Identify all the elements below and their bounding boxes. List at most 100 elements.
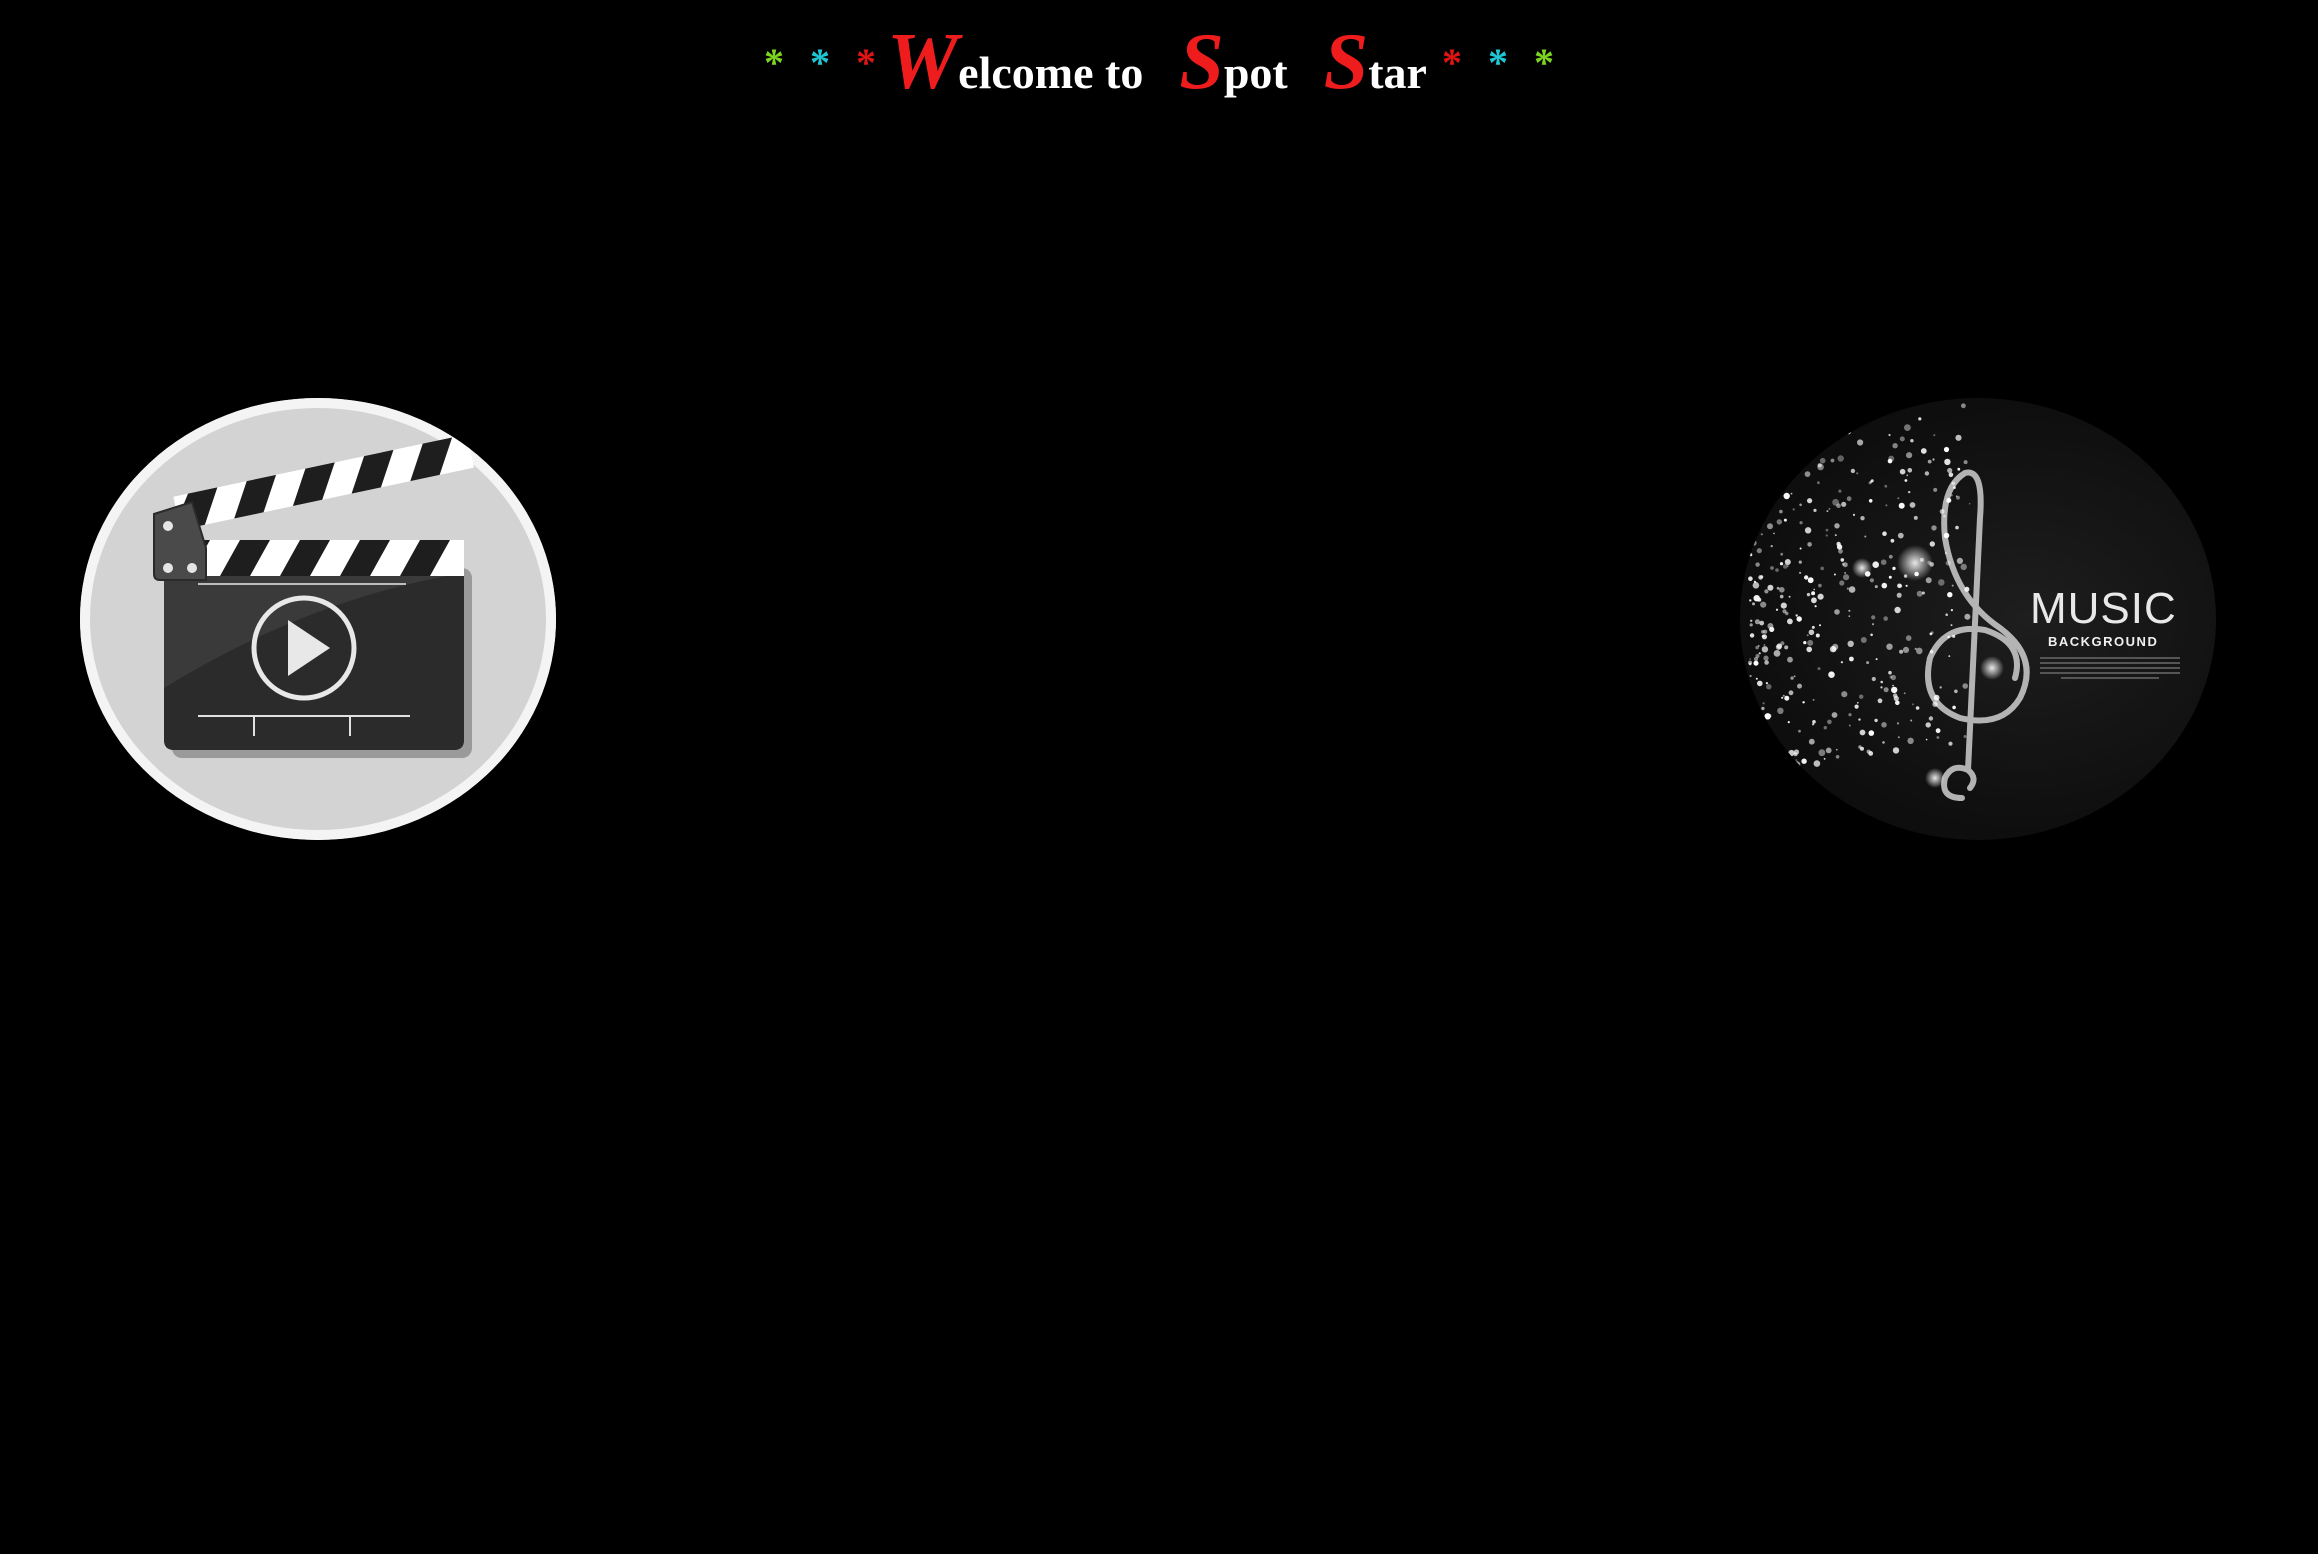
- sparkle-dot: [1753, 595, 1760, 602]
- sparkle-dot: [1798, 729, 1801, 733]
- sparkle-dot: [1799, 571, 1802, 574]
- sparkle-dot: [1780, 552, 1784, 556]
- sparkle-dot: [1858, 718, 1861, 721]
- sparkle-dot: [1825, 528, 1829, 532]
- sparkle-dot: [1880, 559, 1887, 565]
- sparkle-dot: [1904, 424, 1911, 431]
- sparkle-dot: [1790, 676, 1794, 680]
- sparkle-dot: [1802, 701, 1805, 704]
- sparkle-dot: [1807, 542, 1812, 547]
- sparkle-dot: [1875, 658, 1878, 661]
- sparkle-dot: [1790, 468, 1795, 473]
- sparkle-dot: [1804, 575, 1809, 580]
- sparkle-dot: [1899, 436, 1905, 442]
- sparkle-dot: [1910, 439, 1914, 443]
- sparkle-dot: [1762, 702, 1765, 705]
- sparkle-dot: [1893, 695, 1899, 702]
- sparkle-dot: [1749, 439, 1754, 443]
- sparkle-dot: [1812, 723, 1815, 726]
- sparkle-dot: [1771, 434, 1773, 437]
- sparkle-dot: [1773, 532, 1775, 535]
- sparkle-dot: [1817, 667, 1821, 671]
- sparkle-dot: [1835, 748, 1838, 751]
- sparkle-dot: [1834, 523, 1840, 529]
- sparkle-dot: [1758, 459, 1762, 463]
- sparkle-dot: [1843, 574, 1850, 581]
- sparkle-dot: [1905, 584, 1908, 587]
- sparkle-dot: [1841, 691, 1848, 698]
- sparkle-dot: [1779, 594, 1784, 599]
- sparkle-dot: [1791, 427, 1797, 433]
- sparkle-dot: [1871, 623, 1875, 626]
- sparkle-dot: [1838, 548, 1843, 554]
- sparkle-dot: [1951, 584, 1954, 587]
- sparkle-dot: [1787, 656, 1793, 663]
- title-word: tar: [1368, 47, 1427, 98]
- sparkle-dot: [1946, 497, 1952, 503]
- sparkle-dot: [1787, 721, 1790, 724]
- sparkle-dot: [1913, 515, 1918, 520]
- sparkle-dot: [1796, 616, 1802, 622]
- sparkle-dot: [1750, 748, 1756, 754]
- sparkle-dot: [1793, 749, 1800, 755]
- title-word: pot: [1223, 47, 1288, 98]
- sparkle-dot: [1750, 547, 1753, 550]
- sparkle-dot: [1883, 687, 1889, 693]
- sparkle-dot: [1846, 496, 1852, 502]
- sparkle-dot: [1928, 716, 1934, 721]
- sparkle-dot: [1783, 564, 1788, 569]
- sparkle-dot: [1847, 640, 1854, 647]
- music-title: MUSIC: [2030, 584, 2177, 633]
- sparkle-dot: [1852, 513, 1856, 516]
- sparkle-dot: [1768, 443, 1775, 450]
- sparkle-dot: [1921, 591, 1925, 595]
- sparkle-dot: [1749, 633, 1755, 638]
- video-link[interactable]: [80, 398, 556, 840]
- sparkle-dot: [1948, 655, 1951, 657]
- music-link[interactable]: MUSIC BACKGROUND: [1740, 398, 2216, 840]
- sparkle-dot: [1939, 509, 1945, 514]
- sparkle-dot: [1828, 507, 1831, 510]
- sparkle-dot: [1963, 460, 1968, 465]
- sparkle-dot: [1811, 591, 1816, 596]
- sparkle-dot: [1775, 608, 1779, 611]
- sparkle-dot: [1849, 420, 1855, 426]
- sparkle-dot: [1916, 590, 1923, 597]
- sparkle-dot: [1823, 758, 1826, 760]
- sparkle-dot: [1896, 592, 1902, 598]
- sparkle-dot: [1769, 437, 1774, 442]
- sparkle-dot: [1748, 771, 1755, 778]
- sparkle-dot: [1892, 443, 1898, 449]
- sparkle-dot: [1903, 692, 1906, 695]
- title-initial: S: [1179, 18, 1224, 106]
- sparkle-dot: [1857, 439, 1864, 446]
- decorative-star: *: [1487, 40, 1508, 85]
- sparkle-dot: [1849, 656, 1854, 662]
- sparkle-dot: [1812, 698, 1815, 701]
- sparkle-dot: [1749, 768, 1752, 771]
- sparkle-dot: [1914, 647, 1917, 650]
- sparkle-dot: [1782, 694, 1785, 697]
- sparkle-dot: [1784, 559, 1791, 565]
- sparkle-dot: [1784, 695, 1790, 701]
- sparkle-dot: [1831, 712, 1838, 718]
- sparkle-dot: [1761, 733, 1764, 736]
- title-initial: S: [1323, 18, 1369, 106]
- sparkle-dot: [1894, 606, 1901, 614]
- sparkle-dot: [1806, 634, 1809, 637]
- sparkle-dot: [1825, 747, 1832, 754]
- sparkle-dot: [1866, 749, 1871, 754]
- sparkle-dot: [1888, 433, 1891, 437]
- sparkle-dot: [1763, 439, 1769, 445]
- sparkle-dot: [1761, 706, 1765, 711]
- decorative-star: *: [810, 40, 831, 85]
- sparkle-dot: [1795, 466, 1798, 469]
- sparkle-dot: [1836, 544, 1843, 550]
- sparkle-dot: [1925, 577, 1932, 584]
- sparkle-dot: [1803, 641, 1807, 645]
- sparkle-dot: [1793, 675, 1796, 678]
- sparkle-dot: [1877, 698, 1883, 704]
- sparkle-dot: [1888, 670, 1892, 675]
- sparkle-dot: [1947, 467, 1953, 474]
- sparkle-dot: [1906, 474, 1909, 477]
